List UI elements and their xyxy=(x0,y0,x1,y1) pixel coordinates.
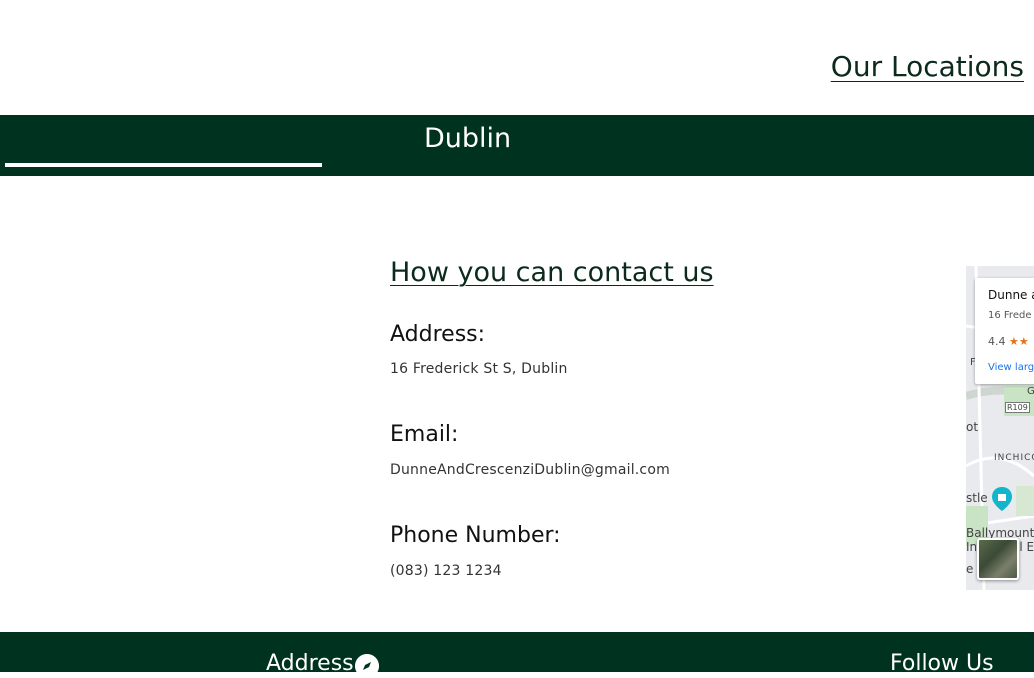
map-place-label: e xyxy=(966,562,974,576)
map-place-card: Dunne a 16 Frede 4.4 ★★ View larg xyxy=(975,278,1034,384)
rating-value: 4.4 xyxy=(988,335,1006,348)
active-tab-indicator xyxy=(5,163,322,167)
locations-heading[interactable]: Our Locations xyxy=(831,50,1024,83)
map-place-label: INCHICO xyxy=(994,453,1034,463)
city-tab-dublin[interactable]: Dublin xyxy=(424,123,511,154)
satellite-toggle-button[interactable] xyxy=(977,538,1019,580)
footer-address-heading: Address xyxy=(266,651,354,676)
map-place-label: ot xyxy=(966,420,979,434)
road-shield-label: R109 xyxy=(1005,402,1030,413)
address-label: Address: xyxy=(390,322,486,347)
map-card-name: Dunne a xyxy=(988,288,1034,302)
address-value: 16 Frederick St S, Dublin xyxy=(390,361,568,377)
email-label: Email: xyxy=(390,422,459,447)
map-card-address: 16 Frede xyxy=(988,310,1032,321)
view-larger-map-link[interactable]: View larg xyxy=(988,362,1034,373)
contact-title: How you can contact us xyxy=(390,257,714,288)
email-value[interactable]: DunneAndCrescenziDublin@gmail.com xyxy=(390,462,670,478)
map-place-label: G xyxy=(1027,386,1034,397)
phone-label: Phone Number: xyxy=(390,523,561,548)
castle-pin-icon[interactable] xyxy=(991,486,1013,512)
map-card-rating: 4.4 ★★ xyxy=(988,335,1029,348)
compass-icon xyxy=(355,654,379,678)
phone-value[interactable]: (083) 123 1234 xyxy=(390,563,502,579)
rating-stars: ★★ xyxy=(1009,335,1029,348)
map-place-label: In xyxy=(966,540,978,554)
map-place-label: stle xyxy=(966,491,988,505)
footer-follow-heading: Follow Us xyxy=(890,651,994,676)
footer xyxy=(0,632,1034,672)
